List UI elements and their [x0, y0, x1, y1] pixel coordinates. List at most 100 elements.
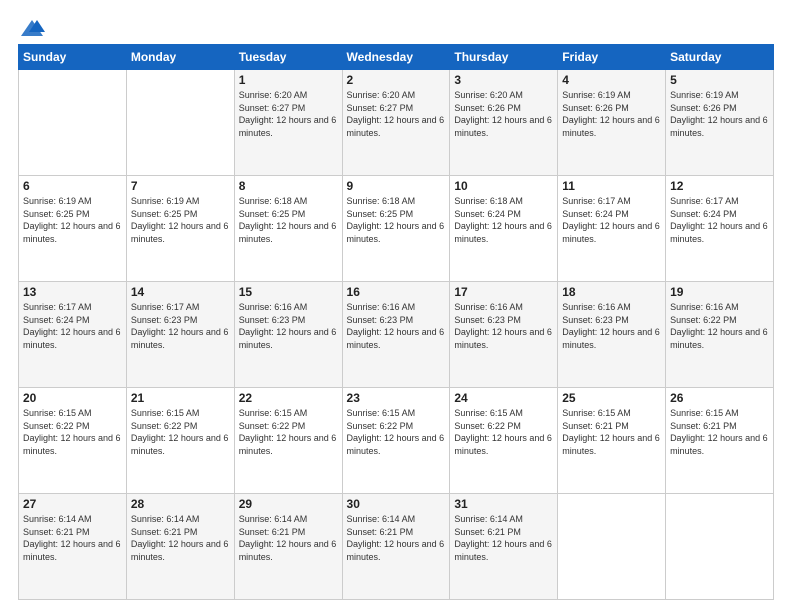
day-number: 15	[239, 285, 338, 299]
day-info: Sunrise: 6:15 AM Sunset: 6:22 PM Dayligh…	[23, 407, 122, 457]
day-info: Sunrise: 6:15 AM Sunset: 6:22 PM Dayligh…	[454, 407, 553, 457]
day-number: 24	[454, 391, 553, 405]
calendar-cell: 3 Sunrise: 6:20 AM Sunset: 6:26 PM Daylig…	[450, 70, 558, 176]
logo-icon	[19, 18, 45, 38]
day-info: Sunrise: 6:17 AM Sunset: 6:24 PM Dayligh…	[562, 195, 661, 245]
calendar-week-row: 20Sunrise: 6:15 AM Sunset: 6:22 PM Dayli…	[19, 388, 774, 494]
day-info: Sunrise: 6:15 AM Sunset: 6:21 PM Dayligh…	[562, 407, 661, 457]
calendar-cell: 27 Sunrise: 6:14 AM Sunset: 6:21 PM Dayli…	[19, 494, 127, 600]
calendar-cell: 30 Sunrise: 6:14 AM Sunset: 6:21 PM Dayli…	[342, 494, 450, 600]
day-number: 18	[562, 285, 661, 299]
day-info: Sunrise: 6:16 AM Sunset: 6:22 PM Dayligh…	[670, 301, 769, 351]
calendar-table: SundayMondayTuesdayWednesdayThursdayFrid…	[18, 44, 774, 600]
calendar-week-row: 13 Sunrise: 6:17 AM Sunset: 6:24 PM Dayli…	[19, 282, 774, 388]
calendar-week-row: 6 Sunrise: 6:19 AM Sunset: 6:25 PM Daylig…	[19, 176, 774, 282]
day-info: Sunrise: 6:20 AM Sunset: 6:26 PM Dayligh…	[454, 89, 553, 139]
calendar-cell: 29 Sunrise: 6:14 AM Sunset: 6:21 PM Dayli…	[234, 494, 342, 600]
day-info: Sunrise: 6:14 AM Sunset: 6:21 PM Dayligh…	[347, 513, 446, 563]
calendar-cell: 8 Sunrise: 6:18 AM Sunset: 6:25 PM Daylig…	[234, 176, 342, 282]
day-number: 30	[347, 497, 446, 511]
calendar-cell	[126, 70, 234, 176]
day-number: 1	[239, 73, 338, 87]
calendar-cell: 16 Sunrise: 6:16 AM Sunset: 6:23 PM Dayli…	[342, 282, 450, 388]
calendar-cell: 13 Sunrise: 6:17 AM Sunset: 6:24 PM Dayli…	[19, 282, 127, 388]
calendar-cell: 15 Sunrise: 6:16 AM Sunset: 6:23 PM Dayli…	[234, 282, 342, 388]
day-info: Sunrise: 6:20 AM Sunset: 6:27 PM Dayligh…	[239, 89, 338, 139]
day-number: 28	[131, 497, 230, 511]
day-number: 9	[347, 179, 446, 193]
day-info: Sunrise: 6:15 AM Sunset: 6:22 PM Dayligh…	[239, 407, 338, 457]
day-info: Sunrise: 6:16 AM Sunset: 6:23 PM Dayligh…	[562, 301, 661, 351]
day-number: 11	[562, 179, 661, 193]
weekday-header: Tuesday	[234, 45, 342, 70]
day-info: Sunrise: 6:19 AM Sunset: 6:26 PM Dayligh…	[670, 89, 769, 139]
calendar-week-row: 27 Sunrise: 6:14 AM Sunset: 6:21 PM Dayli…	[19, 494, 774, 600]
day-number: 13	[23, 285, 122, 299]
day-info: Sunrise: 6:14 AM Sunset: 6:21 PM Dayligh…	[23, 513, 122, 563]
day-number: 17	[454, 285, 553, 299]
weekday-header: Saturday	[666, 45, 774, 70]
day-number: 31	[454, 497, 553, 511]
calendar-cell: 25 Sunrise: 6:15 AM Sunset: 6:21 PM Dayli…	[558, 388, 666, 494]
weekday-header: Thursday	[450, 45, 558, 70]
day-number: 29	[239, 497, 338, 511]
calendar-cell: 31 Sunrise: 6:14 AM Sunset: 6:21 PM Dayli…	[450, 494, 558, 600]
calendar-cell	[666, 494, 774, 600]
calendar-cell: 4 Sunrise: 6:19 AM Sunset: 6:26 PM Daylig…	[558, 70, 666, 176]
day-number: 6	[23, 179, 122, 193]
weekday-header: Sunday	[19, 45, 127, 70]
calendar-cell: 6Sunrise: 6:19 AM Sunset: 6:25 PM Daylig…	[19, 176, 127, 282]
calendar-cell: 17 Sunrise: 6:16 AM Sunset: 6:23 PM Dayli…	[450, 282, 558, 388]
day-info: Sunrise: 6:18 AM Sunset: 6:25 PM Dayligh…	[347, 195, 446, 245]
calendar-cell: 2Sunrise: 6:20 AM Sunset: 6:27 PM Daylig…	[342, 70, 450, 176]
day-number: 21	[131, 391, 230, 405]
day-info: Sunrise: 6:20 AM Sunset: 6:27 PM Dayligh…	[347, 89, 446, 139]
day-number: 23	[347, 391, 446, 405]
day-info: Sunrise: 6:18 AM Sunset: 6:24 PM Dayligh…	[454, 195, 553, 245]
day-info: Sunrise: 6:19 AM Sunset: 6:26 PM Dayligh…	[562, 89, 661, 139]
day-number: 19	[670, 285, 769, 299]
calendar-cell	[19, 70, 127, 176]
calendar-cell: 23 Sunrise: 6:15 AM Sunset: 6:22 PM Dayli…	[342, 388, 450, 494]
day-info: Sunrise: 6:16 AM Sunset: 6:23 PM Dayligh…	[347, 301, 446, 351]
calendar-cell: 18 Sunrise: 6:16 AM Sunset: 6:23 PM Dayli…	[558, 282, 666, 388]
calendar-cell: 12 Sunrise: 6:17 AM Sunset: 6:24 PM Dayli…	[666, 176, 774, 282]
day-number: 22	[239, 391, 338, 405]
day-number: 7	[131, 179, 230, 193]
calendar-cell: 5 Sunrise: 6:19 AM Sunset: 6:26 PM Daylig…	[666, 70, 774, 176]
calendar-cell: 11 Sunrise: 6:17 AM Sunset: 6:24 PM Dayli…	[558, 176, 666, 282]
day-info: Sunrise: 6:17 AM Sunset: 6:24 PM Dayligh…	[670, 195, 769, 245]
calendar-cell: 20Sunrise: 6:15 AM Sunset: 6:22 PM Dayli…	[19, 388, 127, 494]
day-info: Sunrise: 6:18 AM Sunset: 6:25 PM Dayligh…	[239, 195, 338, 245]
day-number: 8	[239, 179, 338, 193]
day-number: 12	[670, 179, 769, 193]
day-number: 14	[131, 285, 230, 299]
calendar-cell: 10Sunrise: 6:18 AM Sunset: 6:24 PM Dayli…	[450, 176, 558, 282]
day-info: Sunrise: 6:16 AM Sunset: 6:23 PM Dayligh…	[239, 301, 338, 351]
day-info: Sunrise: 6:15 AM Sunset: 6:22 PM Dayligh…	[347, 407, 446, 457]
header	[18, 18, 774, 34]
calendar-cell: 7 Sunrise: 6:19 AM Sunset: 6:25 PM Daylig…	[126, 176, 234, 282]
logo	[18, 18, 46, 34]
calendar-cell	[558, 494, 666, 600]
day-info: Sunrise: 6:16 AM Sunset: 6:23 PM Dayligh…	[454, 301, 553, 351]
day-info: Sunrise: 6:17 AM Sunset: 6:23 PM Dayligh…	[131, 301, 230, 351]
day-info: Sunrise: 6:15 AM Sunset: 6:21 PM Dayligh…	[670, 407, 769, 457]
calendar-cell: 28 Sunrise: 6:14 AM Sunset: 6:21 PM Dayli…	[126, 494, 234, 600]
calendar-cell: 21Sunrise: 6:15 AM Sunset: 6:22 PM Dayli…	[126, 388, 234, 494]
day-number: 25	[562, 391, 661, 405]
day-info: Sunrise: 6:14 AM Sunset: 6:21 PM Dayligh…	[239, 513, 338, 563]
day-number: 5	[670, 73, 769, 87]
day-number: 27	[23, 497, 122, 511]
calendar-cell: 19 Sunrise: 6:16 AM Sunset: 6:22 PM Dayli…	[666, 282, 774, 388]
calendar-cell: 26Sunrise: 6:15 AM Sunset: 6:21 PM Dayli…	[666, 388, 774, 494]
day-number: 16	[347, 285, 446, 299]
day-info: Sunrise: 6:14 AM Sunset: 6:21 PM Dayligh…	[131, 513, 230, 563]
day-info: Sunrise: 6:14 AM Sunset: 6:21 PM Dayligh…	[454, 513, 553, 563]
page: SundayMondayTuesdayWednesdayThursdayFrid…	[0, 0, 792, 612]
day-number: 4	[562, 73, 661, 87]
calendar-header-row: SundayMondayTuesdayWednesdayThursdayFrid…	[19, 45, 774, 70]
day-number: 3	[454, 73, 553, 87]
day-info: Sunrise: 6:19 AM Sunset: 6:25 PM Dayligh…	[131, 195, 230, 245]
day-info: Sunrise: 6:17 AM Sunset: 6:24 PM Dayligh…	[23, 301, 122, 351]
